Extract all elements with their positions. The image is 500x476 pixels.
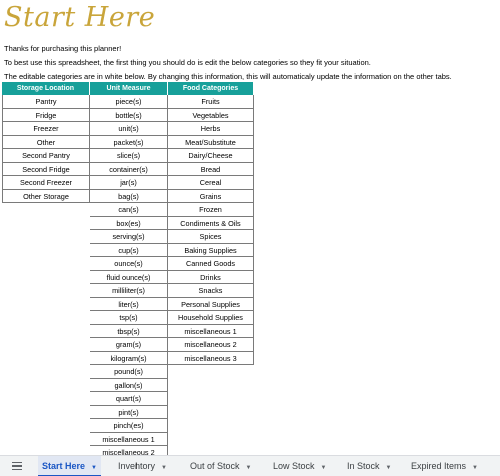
text-cursor-icon: I <box>135 461 138 471</box>
storage-location-cell[interactable]: Other <box>2 135 90 149</box>
unit-measure-cell[interactable]: piece(s) <box>90 95 168 109</box>
tab-label: Start Here <box>42 461 86 471</box>
page-title: Start Here <box>4 2 156 33</box>
storage-location-cell[interactable]: Second Freezer <box>2 176 90 190</box>
unit-measure-cell[interactable]: cup(s) <box>90 243 168 257</box>
unit-measure-cell[interactable]: kilogram(s) <box>90 351 168 365</box>
unit-measure-cell[interactable]: slice(s) <box>90 149 168 163</box>
food-category-cell[interactable]: Baking Supplies <box>168 243 254 257</box>
food-category-cell[interactable]: miscellaneous 3 <box>168 351 254 365</box>
unit-measure-cell[interactable]: serving(s) <box>90 230 168 244</box>
food-category-cell[interactable]: Frozen <box>168 203 254 217</box>
unit-measure-cell[interactable]: gram(s) <box>90 338 168 352</box>
storage-location-cell[interactable]: Pantry <box>2 95 90 109</box>
tab-in-stock[interactable]: In Stock ▼ <box>347 456 391 476</box>
tab-label: Out of Stock <box>190 461 240 471</box>
caret-down-icon[interactable]: ▼ <box>161 465 167 471</box>
storage-location-header[interactable]: Storage Location <box>2 82 90 95</box>
food-category-cell[interactable]: Condiments & Oils <box>168 216 254 230</box>
storage-location-cell[interactable]: Second Pantry <box>2 149 90 163</box>
unit-measure-cell[interactable]: fluid ounce(s) <box>90 270 168 284</box>
storage-location-cell[interactable]: Freezer <box>2 122 90 136</box>
caret-down-icon[interactable]: ▼ <box>246 465 252 471</box>
food-category-cell[interactable]: Spices <box>168 230 254 244</box>
food-category-cell[interactable]: Bread <box>168 162 254 176</box>
sheet-tab-bar: Start Here ▼ Inventory ▼ Out of Stock ▼ Low… <box>0 455 500 476</box>
caret-down-icon[interactable]: ▼ <box>91 465 97 471</box>
unit-measure-cell[interactable]: miscellaneous 1 <box>90 432 168 446</box>
unit-measure-cell[interactable]: box(es) <box>90 216 168 230</box>
food-category-cell[interactable]: miscellaneous 1 <box>168 324 254 338</box>
unit-measure-cell[interactable]: bag(s) <box>90 189 168 203</box>
food-category-cell[interactable]: Vegetables <box>168 108 254 122</box>
caret-down-icon[interactable]: ▼ <box>386 465 392 471</box>
food-category-cell[interactable]: Dairy/Cheese <box>168 149 254 163</box>
unit-measure-cell[interactable]: pinch(es) <box>90 419 168 433</box>
tab-inventory[interactable]: Inventory ▼ <box>118 456 167 476</box>
tab-out-of-stock[interactable]: Out of Stock ▼ <box>190 456 251 476</box>
food-category-cell[interactable]: Personal Supplies <box>168 297 254 311</box>
food-category-cell[interactable]: Herbs <box>168 122 254 136</box>
tab-label: In Stock <box>347 461 380 471</box>
unit-measure-cell[interactable]: gallon(s) <box>90 378 168 392</box>
food-category-cell[interactable]: Canned Goods <box>168 257 254 271</box>
unit-measure-cell[interactable]: bottle(s) <box>90 108 168 122</box>
food-category-cell[interactable]: Meat/Substitute <box>168 135 254 149</box>
unit-measure-cell[interactable]: liter(s) <box>90 297 168 311</box>
unit-measure-cell[interactable]: tsp(s) <box>90 311 168 325</box>
tab-label: Low Stock <box>273 461 315 471</box>
unit-measure-cell[interactable]: quart(s) <box>90 392 168 406</box>
food-category-cell[interactable]: Drinks <box>168 270 254 284</box>
intro-line-1: Thanks for purchasing this planner! <box>4 44 122 53</box>
unit-measure-cell[interactable]: packet(s) <box>90 135 168 149</box>
unit-measure-cell[interactable]: jar(s) <box>90 176 168 190</box>
caret-down-icon[interactable]: ▼ <box>321 465 327 471</box>
tab-start-here[interactable]: Start Here ▼ <box>38 456 101 476</box>
unit-measure-cell[interactable]: pound(s) <box>90 365 168 379</box>
unit-measure-cell[interactable]: pint(s) <box>90 405 168 419</box>
tab-expired-items[interactable]: Expired Items ▼ <box>411 456 478 476</box>
food-category-cell[interactable]: Snacks <box>168 284 254 298</box>
unit-measure-cell[interactable]: ounce(s) <box>90 257 168 271</box>
food-category-cell[interactable]: Household Supplies <box>168 311 254 325</box>
unit-measure-header[interactable]: Unit Measure <box>90 82 168 95</box>
all-sheets-menu-icon[interactable] <box>12 462 22 471</box>
storage-location-cell[interactable]: Other Storage <box>2 189 90 203</box>
unit-measure-cell[interactable]: can(s) <box>90 203 168 217</box>
intro-line-2: To best use this spreadsheet, the first … <box>4 58 371 67</box>
food-category-cell[interactable]: miscellaneous 2 <box>168 338 254 352</box>
unit-measure-column: Unit Measure piece(s) bottle(s) unit(s) pac… <box>90 82 168 460</box>
food-category-cell[interactable]: Cereal <box>168 176 254 190</box>
caret-down-icon[interactable]: ▼ <box>472 465 478 471</box>
tab-label: Expired Items <box>411 461 467 471</box>
food-categories-header[interactable]: Food Categories <box>168 82 254 95</box>
tab-low-stock[interactable]: Low Stock ▼ <box>273 456 326 476</box>
unit-measure-cell[interactable]: container(s) <box>90 162 168 176</box>
food-categories-column: Food Categories Fruits Vegetables Herbs Mea… <box>168 82 254 365</box>
storage-location-cell[interactable]: Fridge <box>2 108 90 122</box>
unit-measure-cell[interactable]: tbsp(s) <box>90 324 168 338</box>
unit-measure-cell[interactable]: milliliter(s) <box>90 284 168 298</box>
food-category-cell[interactable]: Fruits <box>168 95 254 109</box>
food-category-cell[interactable]: Grains <box>168 189 254 203</box>
storage-location-column: Storage Location Pantry Fridge Freezer Othe… <box>2 82 90 203</box>
storage-location-cell[interactable]: Second Fridge <box>2 162 90 176</box>
unit-measure-cell[interactable]: unit(s) <box>90 122 168 136</box>
intro-line-3: The editable categories are in white bel… <box>4 72 452 81</box>
